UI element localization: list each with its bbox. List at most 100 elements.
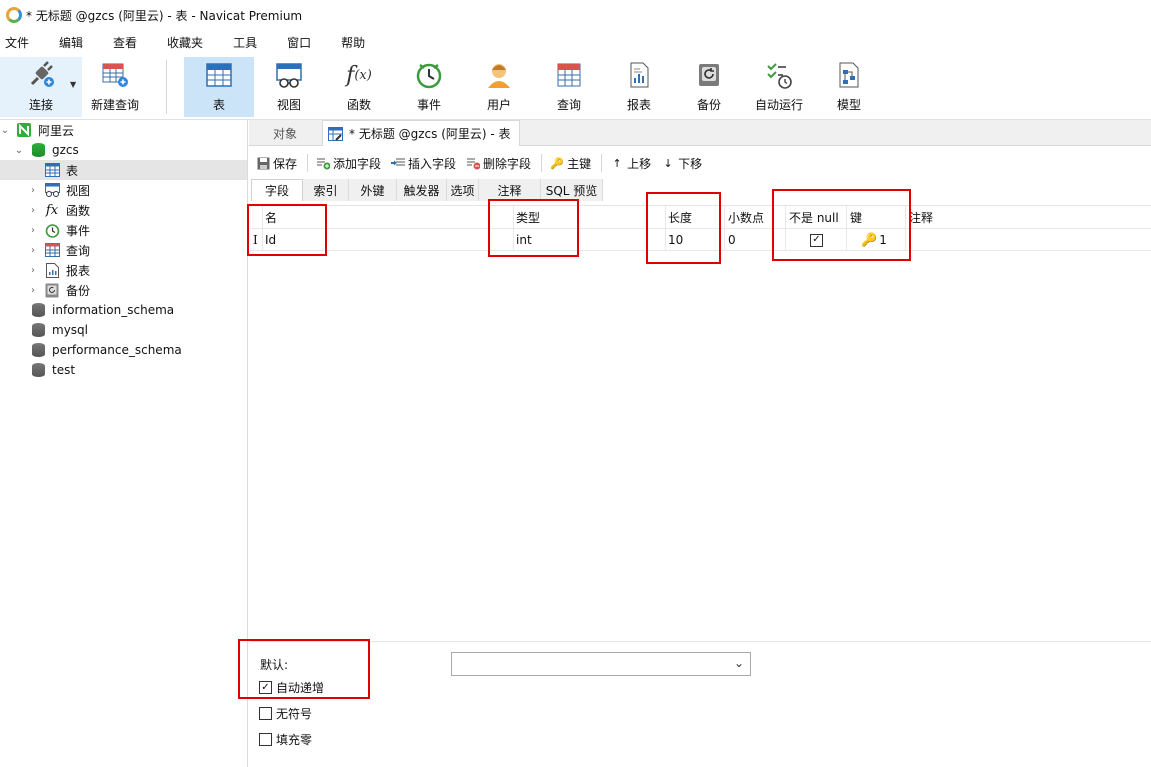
user-button[interactable]: 用户 (466, 57, 532, 117)
menu-edit[interactable]: 编辑 (54, 34, 94, 51)
delete-field-button[interactable]: 删除字段 (466, 155, 531, 172)
arrow-up-icon: ↑ (612, 156, 622, 170)
zerofill-checkbox[interactable]: 填充零 (259, 731, 312, 748)
tab-options[interactable]: 选项 (447, 179, 479, 201)
chevron-down-icon[interactable]: ⌄ (14, 145, 24, 156)
tree-item-events[interactable]: › 事件 (28, 220, 90, 240)
highlight-box-name (247, 204, 327, 256)
tab-sql-preview[interactable]: SQL 预览 (541, 179, 603, 201)
report-icon (44, 262, 60, 278)
query-button[interactable]: 查询 (536, 57, 602, 117)
tree-item-label: 事件 (66, 223, 91, 238)
menu-favorites[interactable]: 收藏夹 (162, 34, 214, 51)
tree-database-test[interactable]: test (30, 360, 75, 380)
table-edit-icon (327, 126, 343, 142)
tree-database-gzcs[interactable]: ⌄ gzcs (14, 140, 247, 160)
tree-item-backups[interactable]: › 备份 (28, 280, 90, 300)
main-toolbar: 连接 ▼ 新建查询 表 视图 f (x) 函数 事件 用户 查询 报表 备份 自… (0, 54, 1151, 120)
move-down-button[interactable]: ↓ 下移 (661, 155, 702, 172)
tree-database-mysql[interactable]: mysql (30, 320, 88, 340)
chevron-right-icon[interactable]: › (28, 265, 38, 276)
function-button[interactable]: f (x) 函数 (326, 57, 392, 117)
clock-icon (414, 60, 444, 90)
window-title: * 无标题 @gzcs (阿里云) - 表 - Navicat Premium (26, 8, 303, 23)
unsigned-checkbox[interactable]: 无符号 (259, 705, 312, 722)
tree-database-information-schema[interactable]: information_schema (30, 300, 174, 320)
tab-triggers[interactable]: 触发器 (397, 179, 447, 201)
checkbox-icon (259, 733, 272, 746)
table-button[interactable]: 表 (184, 57, 254, 117)
model-label: 模型 (836, 98, 861, 112)
designer-toolbar: 保存 添加字段 插入字段 删除字段 🔑 主键 ↑ 上移 ↓ 下移 (249, 150, 1151, 176)
chevron-right-icon[interactable]: › (28, 285, 38, 296)
tree-item-reports[interactable]: › 报表 (28, 260, 90, 280)
chevron-right-icon[interactable]: › (28, 185, 38, 196)
arrow-down-icon: ↓ (663, 156, 673, 170)
menu-file[interactable]: 文件 (0, 34, 40, 51)
highlight-box-type (488, 199, 579, 257)
tree-item-label: 视图 (66, 183, 91, 198)
tree-item-label: 查询 (66, 243, 91, 258)
function-icon: f (x) (346, 62, 372, 88)
highlight-box-length (646, 192, 721, 264)
tree-item-tables[interactable]: 表 (0, 160, 247, 180)
connection-label: 阿里云 (38, 123, 75, 138)
highlight-box-not-null-key (772, 189, 911, 261)
default-value-select[interactable]: ⌄ (451, 652, 751, 676)
tree-connection[interactable]: ⌄ 阿里云 (0, 120, 247, 140)
chevron-right-icon[interactable]: › (28, 245, 38, 256)
backup-button[interactable]: 备份 (676, 57, 742, 117)
primary-key-label: 主键 (567, 156, 592, 171)
tab-comment[interactable]: 注释 (479, 179, 541, 201)
menu-help[interactable]: 帮助 (336, 34, 376, 51)
tree-item-views[interactable]: › 视图 (28, 180, 90, 200)
tab-objects[interactable]: 对象 (249, 120, 321, 146)
field-decimals-cell[interactable]: 0 (728, 229, 736, 251)
primary-key-button[interactable]: 🔑 主键 (550, 155, 591, 172)
chevron-right-icon[interactable]: › (28, 225, 38, 236)
tab-foreign-keys[interactable]: 外键 (349, 179, 397, 201)
model-button[interactable]: 模型 (816, 57, 882, 117)
field-comment-cell[interactable] (909, 229, 1149, 251)
toolbar-separator (541, 154, 543, 172)
tree-item-queries[interactable]: › 查询 (28, 240, 90, 260)
new-query-button[interactable]: 新建查询 (86, 57, 144, 117)
tab-indexes[interactable]: 索引 (303, 179, 349, 201)
title-bar: * 无标题 @gzcs (阿里云) - 表 - Navicat Premium (0, 0, 1151, 30)
tree-item-label: 函数 (66, 203, 91, 218)
add-field-button[interactable]: 添加字段 (316, 155, 381, 172)
tab-label: 对象 (272, 126, 297, 141)
report-label: 报表 (626, 98, 651, 112)
report-icon (624, 60, 654, 90)
auto-run-button[interactable]: 自动运行 (746, 57, 812, 117)
key-icon: 🔑 (550, 156, 564, 170)
view-button[interactable]: 视图 (256, 57, 322, 117)
event-button[interactable]: 事件 (396, 57, 462, 117)
database-icon (30, 342, 46, 358)
checkbox-icon (259, 707, 272, 720)
tree-item-functions[interactable]: › fx 函数 (28, 200, 90, 220)
toolbar-separator (601, 154, 603, 172)
menu-view[interactable]: 查看 (108, 34, 148, 51)
menu-tools[interactable]: 工具 (228, 34, 268, 51)
connect-dropdown-icon[interactable]: ▼ (70, 80, 76, 89)
tab-table-designer[interactable]: * 无标题 @gzcs (阿里云) - 表 (322, 120, 520, 146)
tab-fields[interactable]: 字段 (251, 179, 303, 201)
tree-database-performance-schema[interactable]: performance_schema (30, 340, 182, 360)
insert-field-label: 插入字段 (408, 156, 457, 171)
toolbar-separator (307, 154, 309, 172)
insert-field-button[interactable]: 插入字段 (391, 155, 456, 172)
navicat-logo-icon (6, 7, 22, 23)
menu-window[interactable]: 窗口 (282, 34, 322, 51)
tab-label: 外键 (360, 183, 385, 198)
chevron-down-icon[interactable]: ⌄ (0, 125, 10, 136)
report-button[interactable]: 报表 (606, 57, 672, 117)
chevron-right-icon[interactable]: › (28, 205, 38, 216)
highlight-box-auto-increment (238, 639, 370, 699)
move-up-button[interactable]: ↑ 上移 (610, 155, 651, 172)
save-button[interactable]: 保存 (256, 155, 297, 172)
clock-icon (44, 222, 60, 238)
column-header-decimals[interactable]: 小数点 (728, 206, 764, 228)
add-field-icon (316, 156, 331, 170)
column-header-comment[interactable]: 注释 (909, 206, 933, 228)
